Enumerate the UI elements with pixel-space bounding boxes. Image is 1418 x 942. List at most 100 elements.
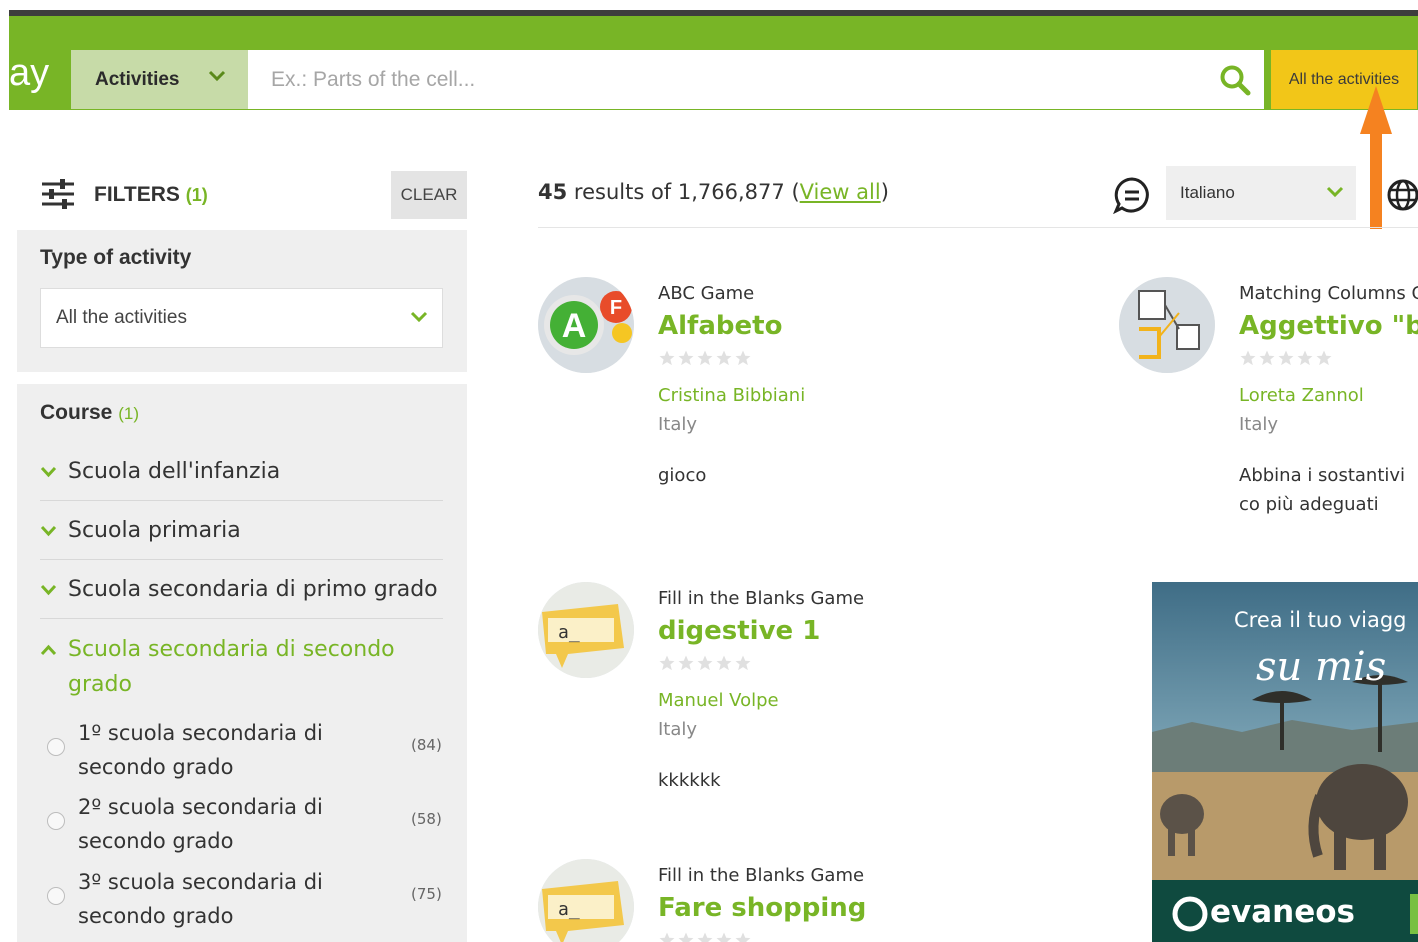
course-title: Course (1) [40, 401, 139, 424]
clear-filters-button[interactable]: CLEAR [391, 171, 467, 219]
course-item-primaria[interactable]: Scuola primaria [40, 513, 443, 560]
card-author[interactable]: Cristina Bibbiani [658, 385, 805, 406]
sub-item-label: 3º scuola secondaria di secondo grado [78, 870, 323, 928]
open-paren: ( [791, 180, 800, 204]
fill-blanks-icon: a_ [538, 859, 634, 942]
search-icon[interactable] [1219, 64, 1251, 96]
activity-type-select[interactable]: All the activities [40, 288, 443, 348]
course-item-infanzia[interactable]: Scuola dell'infanzia [40, 454, 443, 501]
activity-card[interactable]: Matching Columns G Aggettivo "bell Loret… [1119, 277, 1418, 517]
ad-headline: Crea il tuo viagg [1234, 608, 1407, 632]
card-description: kkkkkk [658, 770, 721, 791]
card-type: Fill in the Blanks Game [658, 588, 865, 609]
matching-columns-icon [1119, 277, 1215, 373]
course-item-label: Scuola primaria [68, 518, 241, 543]
star-icon [659, 655, 675, 671]
results-summary: 45 results of 1,766,877 (View all) [538, 180, 889, 204]
header-bar: ay Activities All the activities [9, 16, 1418, 110]
radio-button[interactable] [47, 887, 65, 905]
card-title[interactable]: Fare shopping [658, 893, 866, 923]
logo[interactable]: ay [9, 54, 49, 92]
star-icon [1316, 350, 1332, 366]
course-item-label: Scuola dell'infanzia [68, 459, 281, 484]
card-description: Abbina i sostantivi co più adeguati [1239, 465, 1406, 515]
sub-item-2[interactable]: 2º scuola secondaria di secondo grado (5… [47, 790, 447, 862]
activity-card[interactable]: a_ Fill in the Blanks Game Fare shopping [538, 859, 998, 942]
star-icon [697, 350, 713, 366]
language-select[interactable]: Italiano [1166, 166, 1356, 220]
radio-button[interactable] [47, 812, 65, 830]
type-of-activity-panel: Type of activity All the activities [17, 230, 467, 372]
close-paren: ) [880, 180, 889, 204]
activity-card[interactable]: a_ Fill in the Blanks Game digestive 1 M… [538, 582, 998, 802]
sub-item-count: (75) [411, 885, 442, 903]
card-title[interactable]: Alfabeto [658, 311, 782, 341]
course-item-primo-grado[interactable]: Scuola secondaria di primo grado [40, 572, 443, 619]
sub-item-3[interactable]: 3º scuola secondaria di secondo grado (7… [47, 865, 447, 937]
chevron-down-icon [40, 466, 57, 478]
card-title[interactable]: digestive 1 [658, 616, 820, 646]
sub-item-count: (84) [411, 736, 442, 754]
fill-blanks-icon: a_ [538, 582, 634, 678]
card-country: Italy [658, 719, 698, 740]
star-icon [697, 932, 713, 942]
star-icon [659, 350, 675, 366]
search-box [248, 50, 1264, 109]
course-count: (1) [118, 404, 139, 423]
sliders-icon [42, 179, 74, 209]
sub-item-1[interactable]: 1º scuola secondaria di secondo grado (8… [47, 716, 447, 788]
chevron-down-icon [410, 311, 428, 323]
card-type: Fill in the Blanks Game [658, 865, 865, 886]
advertisement[interactable]: Crea il tuo viagg su mis evaneos [1152, 582, 1418, 942]
chevron-up-icon [40, 644, 57, 656]
sub-item-label: 1º scuola secondaria di secondo grado [78, 721, 323, 779]
sub-item-count: (58) [411, 810, 442, 828]
star-icon [678, 655, 694, 671]
category-label: Activities [95, 68, 180, 90]
star-icon [716, 932, 732, 942]
card-author[interactable]: Manuel Volpe [658, 690, 779, 711]
ad-brand: evaneos [1210, 894, 1355, 930]
card-type: Matching Columns G [1239, 283, 1418, 304]
card-type: ABC Game [658, 283, 755, 304]
card-title[interactable]: Aggettivo "bell [1239, 311, 1418, 341]
star-rating [658, 931, 752, 942]
chevron-down-icon [208, 70, 226, 82]
results-count: 45 [538, 180, 568, 204]
type-of-activity-title: Type of activity [40, 246, 192, 269]
svg-text:F: F [610, 297, 622, 319]
category-select[interactable]: Activities [71, 50, 248, 109]
activity-type-value: All the activities [56, 307, 187, 328]
card-author[interactable]: Loreta Zannol [1239, 385, 1364, 406]
svg-text:A: A [562, 307, 587, 345]
activity-card[interactable]: F A ABC Game Alfabeto Cristina Bibbiani … [538, 277, 998, 497]
card-description: gioco [658, 465, 707, 486]
course-panel: Course (1) Scuola dell'infanzia Scuola p… [17, 384, 467, 942]
star-icon [735, 655, 751, 671]
star-icon [659, 932, 675, 942]
course-item-label: Scuola secondaria di primo grado [68, 577, 438, 602]
course-item-label: Scuola secondaria di secondo grado [68, 637, 395, 697]
search-input[interactable] [248, 50, 1198, 109]
svg-text:a_: a_ [558, 899, 580, 920]
radio-button[interactable] [47, 738, 65, 756]
sub-item-label: 2º scuola secondaria di secondo grado [78, 795, 323, 853]
star-icon [716, 350, 732, 366]
star-icon [1278, 350, 1294, 366]
card-country: Italy [658, 414, 698, 435]
star-rating [1239, 349, 1333, 367]
svg-text:a_: a_ [558, 622, 580, 643]
course-item-secondo-grado[interactable]: Scuola secondaria di secondo grado [40, 632, 443, 702]
chevron-down-icon [40, 525, 57, 537]
star-icon [735, 350, 751, 366]
view-all-link[interactable]: View all [800, 180, 881, 204]
globe-icon[interactable] [1386, 178, 1418, 212]
chat-list-icon[interactable] [1113, 176, 1151, 214]
star-icon [678, 350, 694, 366]
star-icon [1297, 350, 1313, 366]
all-activities-button[interactable]: All the activities [1271, 50, 1417, 109]
chevron-down-icon [40, 584, 57, 596]
language-value: Italiano [1180, 183, 1235, 202]
star-icon [1259, 350, 1275, 366]
star-icon [678, 932, 694, 942]
